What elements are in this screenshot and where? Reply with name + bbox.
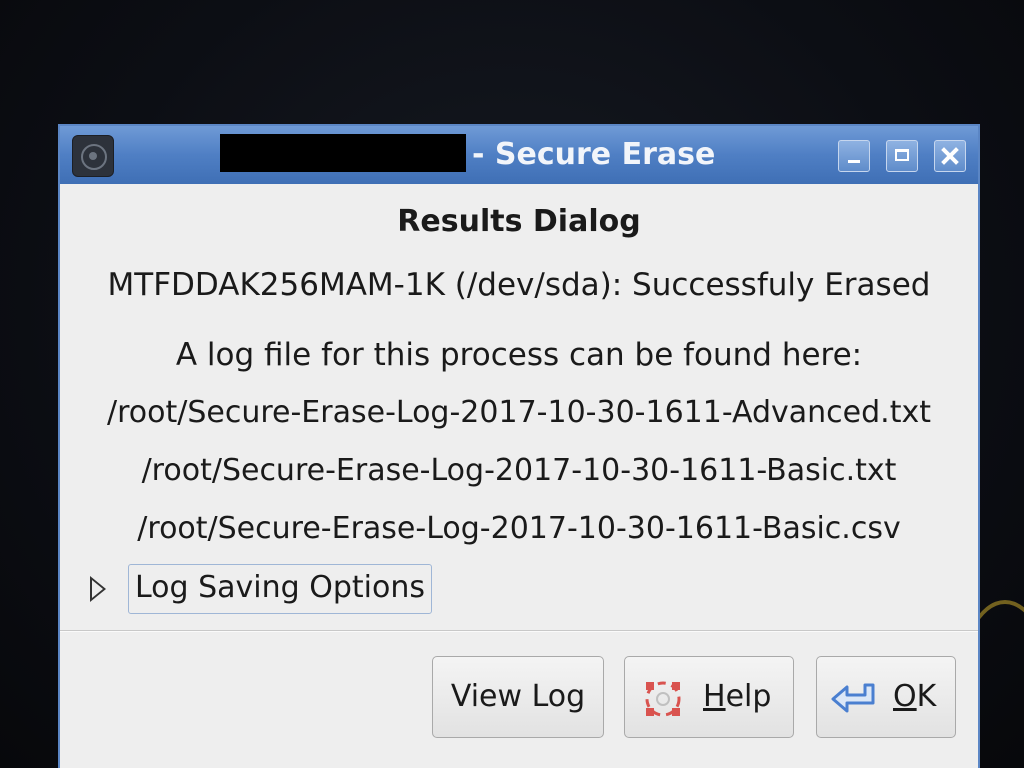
ok-button-label: OK xyxy=(893,657,936,737)
help-button-label: Help xyxy=(703,657,771,737)
desktop-screen: - Secure Erase Results Dialog MTFDDAK256… xyxy=(0,0,1024,768)
maximize-icon xyxy=(895,149,909,161)
help-button[interactable]: Help xyxy=(624,656,794,738)
log-path-advanced-txt: /root/Secure-Erase-Log-2017-10-30-1611-A… xyxy=(106,395,931,430)
dialog-heading: Results Dialog xyxy=(397,204,641,239)
help-lifebuoy-icon xyxy=(645,681,681,717)
log-intro-text: A log file for this process can be found… xyxy=(175,337,863,373)
secure-erase-window: - Secure Erase Results Dialog MTFDDAK256… xyxy=(58,124,980,768)
log-saving-options-label[interactable]: Log Saving Options xyxy=(128,564,432,614)
button-area-separator xyxy=(60,630,978,632)
dialog-content: Results Dialog MTFDDAK256MAM-1K (/dev/sd… xyxy=(60,184,978,768)
view-log-button[interactable]: View Log xyxy=(432,656,604,738)
close-icon xyxy=(941,147,959,165)
ok-return-arrow-icon xyxy=(831,683,875,713)
expander-arrow-icon[interactable] xyxy=(90,576,106,602)
minimize-button[interactable] xyxy=(838,140,870,172)
minimize-icon xyxy=(848,160,860,163)
window-title: - Secure Erase xyxy=(472,137,716,172)
erase-status-text: MTFDDAK256MAM-1K (/dev/sda): Successfuly… xyxy=(107,267,931,303)
log-path-basic-txt: /root/Secure-Erase-Log-2017-10-30-1611-B… xyxy=(141,453,897,488)
maximize-button[interactable] xyxy=(886,140,918,172)
close-button[interactable] xyxy=(934,140,966,172)
app-icon[interactable] xyxy=(72,135,114,177)
ok-mnemonic: O xyxy=(893,679,917,714)
ok-button[interactable]: OK xyxy=(816,656,956,738)
ok-label-rest: K xyxy=(916,679,937,714)
log-path-basic-csv: /root/Secure-Erase-Log-2017-10-30-1611-B… xyxy=(137,511,901,546)
title-redaction-block xyxy=(220,134,466,172)
window-titlebar[interactable]: - Secure Erase xyxy=(60,126,978,185)
help-mnemonic: H xyxy=(703,679,726,714)
help-label-rest: elp xyxy=(725,679,772,714)
